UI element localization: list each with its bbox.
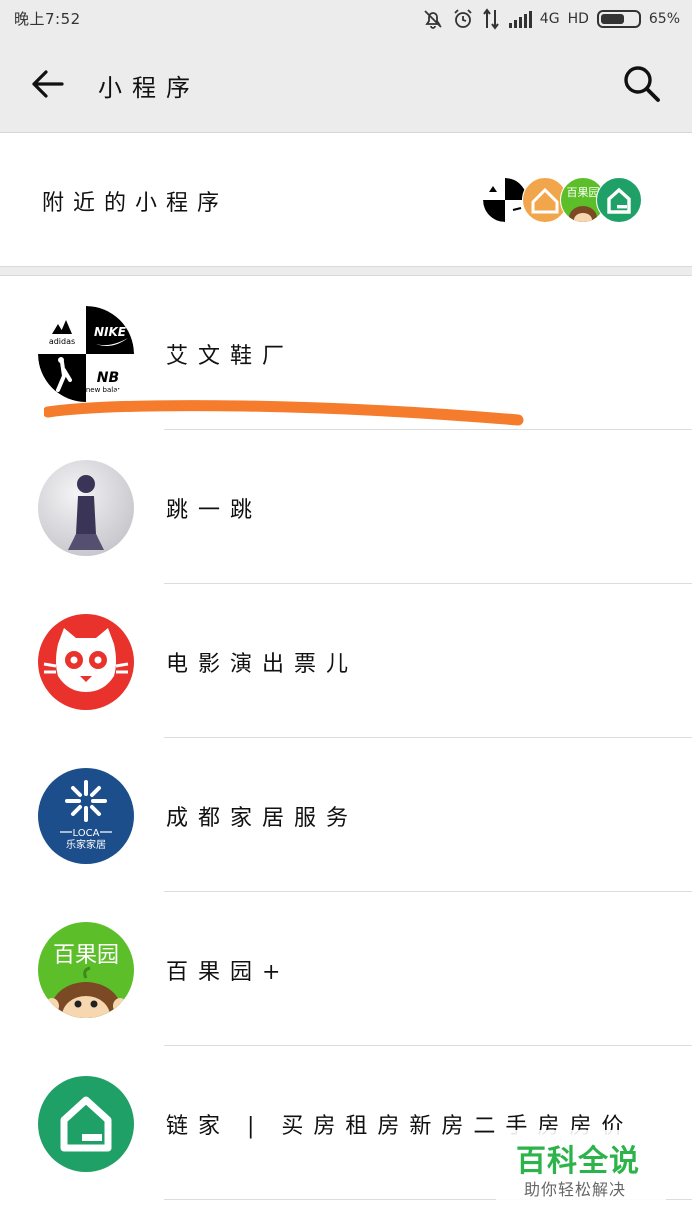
baiguoyuan-logo: 百果园 [38,922,134,1018]
back-arrow-icon [32,70,64,98]
nearby-icon-stack: 百果园 [482,177,642,223]
highlight-underline [44,400,524,426]
back-button[interactable] [26,66,66,102]
watermark-subtitle: 助你轻松解决 [524,1180,627,1199]
svg-text:NB: NB [97,370,119,386]
list-item-label: 成都家居服务 [166,806,359,831]
battery-icon [596,10,641,28]
status-icons: 4G HD 65% [422,6,680,32]
maoyan-cat-logo [38,614,134,710]
list-item[interactable]: 百果园 百果园+ [0,892,692,1046]
lianjia-house-logo [38,1076,134,1172]
search-icon [624,66,660,102]
nearby-label: 附近的小程序 [42,191,229,216]
section-separator [0,266,692,276]
page-title: 小程序 [98,74,200,102]
adidas-text: adidas [49,337,75,346]
list-item-label: 跳一跳 [166,498,263,523]
alarm-icon [452,8,474,30]
nearby-lianjia-icon [596,177,642,223]
battery-percent: 65% [648,11,680,27]
nearby-mini-programs[interactable]: 附近的小程序 百果园 [0,133,692,266]
list-item-label: 艾文鞋厂 [166,344,295,369]
nike-text: NIKE [94,325,127,339]
battery-fill [600,14,624,24]
list-item-label: 百果园+ [166,960,291,985]
watermark: 百科全说 助你轻松解决 [496,1130,666,1208]
newbalance-text: new balance [86,386,130,394]
loca-text: LOCA [73,828,100,839]
nearby-baiguoyuan-text: 百果园 [567,186,600,199]
list-item[interactable]: LOCA 乐家家居 成都家居服务 [0,738,692,892]
data-transfer-icon [482,8,500,30]
list-item[interactable]: 电影演出票儿 [0,584,692,738]
network-type: 4G [539,11,560,27]
sneaker-brands-logo: adidas NIKE NB new balance [38,306,134,402]
app-header: 小程序 [0,38,692,133]
mute-bell-icon [422,8,444,30]
search-button[interactable] [622,64,662,104]
watermark-title: 百科全说 [516,1144,640,1179]
loca-home-logo: LOCA 乐家家居 [38,768,134,864]
list-item-label: 电影演出票儿 [166,652,359,677]
status-bar: 晚上7:52 4G HD 65% [0,0,692,38]
hd-indicator: HD [567,11,589,27]
lejia-text: 乐家家居 [66,838,106,851]
baiguoyuan-text: 百果园 [53,943,119,968]
status-time: 晚上7:52 [14,10,81,28]
signal-icon [508,10,532,28]
list-item[interactable]: 跳一跳 [0,430,692,584]
jump-game-logo [38,460,134,556]
